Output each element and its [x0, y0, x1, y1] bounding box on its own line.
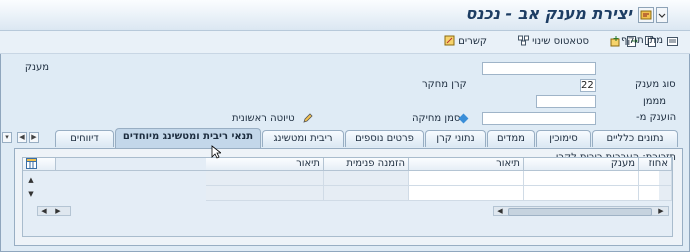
column-header-internal-order[interactable]: הזמנה פנימית [324, 158, 409, 171]
funder-field[interactable] [536, 95, 596, 108]
tab-additional-details[interactable]: פרטים נוספים [345, 130, 424, 147]
application-toolbar: מתן תוקף סטאטוס שינוי קשרים [0, 31, 690, 54]
scroll-left-button[interactable]: ◀ [39, 205, 49, 217]
grant-field[interactable] [482, 62, 596, 75]
row-selector[interactable] [659, 171, 672, 186]
awarded-from-field[interactable] [482, 112, 596, 125]
draft-label: טיוטה ראשונית [232, 113, 295, 124]
interest-transfer-panel: תזכורת: העברות ריבית לקרן אחוז מענק תיאו… [14, 148, 683, 246]
grant-type-field[interactable]: 22 [580, 79, 596, 92]
column-header-description[interactable]: תיאור [409, 158, 524, 171]
tab-interest-matching[interactable]: ריבית ומטשינג [262, 130, 344, 147]
validate-button[interactable]: מתן תוקף [621, 35, 663, 46]
title-bar: יצירת מענק אב - נכנס [0, 0, 690, 31]
table-cell[interactable] [324, 186, 409, 201]
tab-special-interest-matching[interactable]: תנאי ריבית ומטשינג מיוחדים [115, 128, 261, 148]
table-cell[interactable] [409, 171, 524, 186]
column-header-grant[interactable]: מענק [524, 158, 639, 171]
table-cell[interactable] [206, 171, 324, 186]
grant-type-description: קרן מחקר [422, 79, 467, 90]
table-settings-icon[interactable] [25, 158, 37, 170]
grant-label: מענק [24, 62, 49, 73]
table-cell[interactable] [524, 171, 639, 186]
funder-label: מממן [643, 96, 667, 107]
header-filler [56, 158, 206, 171]
awarded-from-label: הוענק מ- [636, 112, 677, 123]
display-icon[interactable] [667, 36, 678, 47]
table-cell[interactable] [206, 186, 324, 201]
tab-scroll-right-button[interactable]: ▶ [29, 132, 39, 143]
tab-general-data[interactable]: נתונים כלליים [592, 130, 678, 147]
table-cell[interactable] [524, 186, 639, 201]
tab-scroll-left-button[interactable]: ◀ [17, 132, 27, 143]
scrollbar-thumb[interactable] [508, 208, 652, 216]
relationships-icon [444, 35, 455, 46]
row-selector[interactable] [659, 186, 672, 201]
tab-list-icon[interactable]: ▾ [2, 132, 12, 143]
table-cell[interactable] [409, 186, 524, 201]
column-header-percent[interactable]: אחוז [639, 158, 672, 171]
tab-references[interactable]: סימוכין [536, 130, 591, 147]
relationships-button[interactable]: קשרים [444, 35, 487, 47]
status-change-button[interactable]: סטאטוס שינוי [517, 35, 589, 47]
status-change-icon [517, 35, 529, 46]
scroll-up-button[interactable]: ▲ [25, 174, 37, 186]
tab-dimensions[interactable]: ממדים [487, 130, 535, 147]
menu-icon[interactable] [638, 7, 654, 23]
tab-fund-data[interactable]: נתוני קרן [425, 130, 486, 147]
grant-type-label: סוג מענק [635, 79, 676, 90]
interest-table: אחוז מענק תיאור הזמנה פנימית תיאור ▲ ▼ ◀… [22, 157, 673, 237]
deletion-flag-label: סמן מחיקה [412, 113, 461, 124]
edit-pencil-icon[interactable] [302, 112, 314, 127]
scroll-down-button[interactable]: ▼ [25, 188, 37, 200]
column-header-order-description[interactable]: תיאור [206, 158, 324, 171]
right-horizontal-scrollbar[interactable] [493, 206, 669, 216]
scroll-right-button[interactable]: ▶ [656, 205, 666, 217]
table-cell[interactable] [324, 171, 409, 186]
scroll-left-button[interactable]: ◀ [495, 205, 505, 217]
create-icon[interactable] [610, 36, 621, 47]
tab-reports[interactable]: דיווחים [55, 130, 114, 147]
tab-strip: ▾ ◀ ▶ נתונים כלליים סימוכין ממדים נתוני … [0, 128, 690, 148]
window-title: יצירת מענק אב - נכנס [465, 4, 632, 23]
dropdown-icon[interactable] [656, 7, 668, 23]
scroll-right-button[interactable]: ▶ [53, 205, 63, 217]
